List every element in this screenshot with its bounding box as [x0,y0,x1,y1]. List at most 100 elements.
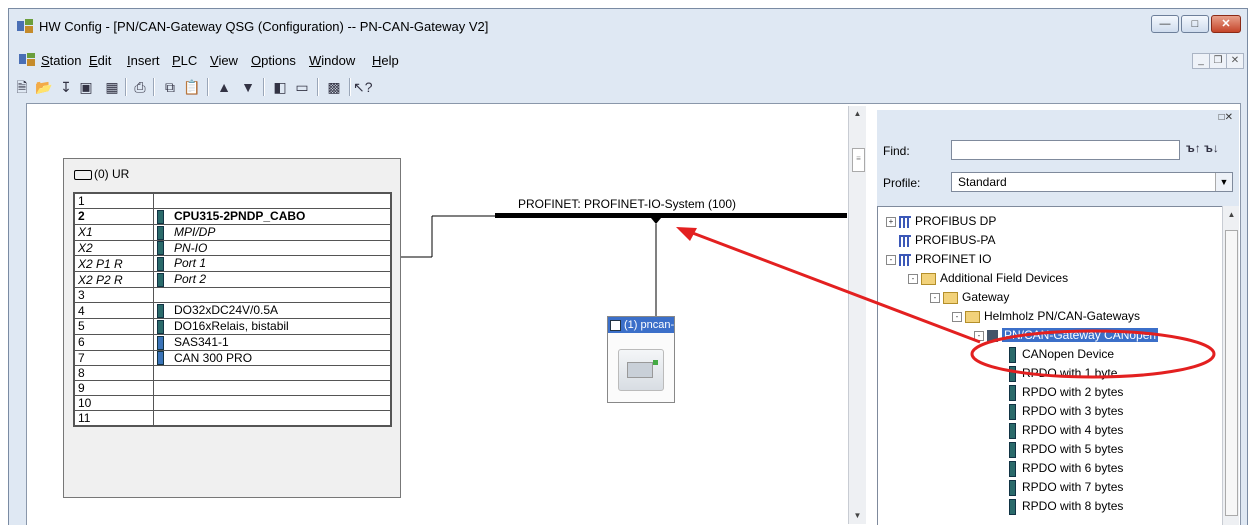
rack-slot-row[interactable]: 1 [73,192,392,209]
slot-module[interactable] [153,410,392,427]
slot-module[interactable]: DO32xDC24V/0.5A [153,302,392,319]
slot-module[interactable]: SAS341-1 [153,333,392,351]
catalog-tree-scrollbar[interactable]: ▲ [1222,206,1239,525]
slot-module[interactable]: Port 2 [153,271,392,289]
slot-module[interactable]: Port 1 [153,255,392,273]
rack-slot-row[interactable]: X2 P1 R Port 1 [73,255,392,273]
catalog-tree-node[interactable]: - Gateway [930,289,1009,306]
find-up-icon[interactable]: ъ↑ [1186,141,1201,155]
rack-slot-row[interactable]: 6 SAS341-1 [73,333,392,351]
rack-slot-row[interactable]: 10 [73,395,392,412]
catalog-tree-node[interactable]: RPDO with 6 bytes [996,460,1123,477]
menu-station[interactable]: Station [41,53,81,68]
rack-slot-row[interactable]: X2 P2 R Port 2 [73,271,392,289]
dropdown-arrow-icon[interactable]: ▼ [1215,173,1232,191]
menu-help[interactable]: Help [372,53,399,68]
rack-slot-row[interactable]: X2 PN-IO [73,239,392,257]
network-view-icon[interactable]: ▭ [293,78,311,96]
rack-slot-row[interactable]: 7 CAN 300 PRO [73,349,392,367]
slot-module[interactable]: PN-IO [153,239,392,257]
module-name: Port 2 [174,272,207,287]
collapse-icon[interactable]: - [930,292,940,303]
menu-edit[interactable]: Edit [89,53,111,68]
menu-window[interactable]: Window [309,53,355,68]
catalog-window-controls[interactable]: □✕ [1219,112,1233,123]
copy-icon[interactable]: ⧉ [161,78,179,96]
close-button[interactable]: ✕ [1211,15,1241,33]
slot-module[interactable] [153,365,392,382]
catalog-tree-node[interactable]: RPDO with 1 byte [996,365,1117,382]
slot-module[interactable] [153,192,392,209]
catalog-tree-node[interactable]: + PROFIBUS DP [886,213,996,230]
menu-insert[interactable]: Insert [127,53,160,68]
open-icon[interactable]: 📂 [35,78,53,96]
io-device-pncan[interactable]: (1) pncan-te [607,316,675,403]
catalog-tree-node[interactable]: RPDO with 5 bytes [996,441,1123,458]
save-icon[interactable]: ▣ [77,78,95,96]
expand-icon[interactable]: + [886,216,896,227]
collapse-icon[interactable]: - [886,254,896,265]
slot-module[interactable]: DO16xRelais, bistabil [153,317,392,335]
scroll-splitter-grip[interactable]: ≡ [852,148,865,172]
menu-view[interactable]: View [210,53,238,68]
mdi-close-button[interactable]: ✕ [1226,53,1244,69]
catalog-tree-node[interactable]: RPDO with 3 bytes [996,403,1123,420]
document-menu-icon[interactable] [19,53,35,66]
catalog-tree-node[interactable]: - PN/CAN-Gateway CANopen [974,327,1159,344]
new-icon[interactable]: 🗎 [13,78,31,96]
rack-slot-row[interactable]: X1 MPI/DP [73,223,392,241]
tree-scroll-up-icon[interactable]: ▲ [1223,210,1240,219]
scroll-down-arrow-icon[interactable]: ▼ [849,508,866,524]
collapse-icon[interactable]: - [908,273,918,284]
paste-icon[interactable]: 📋 [183,78,201,96]
load-plc-icon[interactable]: ▲ [215,78,233,96]
collapse-icon[interactable]: - [952,311,962,322]
rack-slot-row[interactable]: 9 [73,380,392,397]
menu-options[interactable]: Options [251,53,296,68]
upload-plc-icon[interactable]: ▼ [239,78,257,96]
slot-module[interactable] [153,380,392,397]
catalog-icon[interactable]: ◧ [271,78,289,96]
find-down-icon[interactable]: ъ↓ [1204,141,1219,155]
minimize-button[interactable]: — [1151,15,1179,33]
rack-slot-row[interactable]: 5 DO16xRelais, bistabil [73,317,392,335]
catalog-tree-node[interactable]: RPDO with 8 bytes [996,498,1123,515]
mdi-minimize-button[interactable]: _ [1192,53,1210,69]
scroll-up-arrow-icon[interactable]: ▲ [849,106,866,122]
maximize-button[interactable]: □ [1181,15,1209,33]
tree-scroll-thumb[interactable] [1225,230,1238,516]
rack-ur[interactable]: (0) UR 1 2 CPU315-2PNDP_CABO X1 MPI/DP X2 PN-I… [63,158,401,498]
catalog-tree-node[interactable]: - PROFINET IO [886,251,991,268]
rack-slot-row[interactable]: 2 CPU315-2PNDP_CABO [73,208,392,225]
slot-module[interactable]: CPU315-2PNDP_CABO [153,208,392,225]
mdi-restore-button[interactable]: ❐ [1209,53,1227,69]
catalog-tree-node[interactable]: - Additional Field Devices [908,270,1068,287]
slot-module[interactable]: CAN 300 PRO [153,349,392,367]
catalog-tree-node[interactable]: RPDO with 7 bytes [996,479,1123,496]
help-icon[interactable]: ↖? [353,78,373,96]
profinet-system-label[interactable]: PROFINET: PROFINET-IO-System (100) [518,197,736,211]
find-input[interactable] [951,140,1180,160]
io-device-label[interactable]: (1) pncan-te [608,317,674,333]
rack-slot-row[interactable]: 8 [73,365,392,382]
catalog-tree-node[interactable]: RPDO with 2 bytes [996,384,1123,401]
download-icon[interactable]: ↧ [57,78,75,96]
catalog-tree-node[interactable]: - Helmholz PN/CAN-Gateways [952,308,1140,325]
slot-module[interactable] [153,287,392,304]
folder-icon [965,310,980,323]
collapse-icon[interactable]: - [974,330,984,341]
rack-slot-row[interactable]: 4 DO32xDC24V/0.5A [73,302,392,319]
catalog-tree-node[interactable]: PROFIBUS-PA [886,232,995,249]
compile-icon[interactable]: ▦ [103,78,121,96]
workspace-vertical-scrollbar[interactable]: ▲ ≡ ▼ [848,106,866,524]
profile-select[interactable]: Standard ▼ [951,172,1233,192]
properties-icon[interactable]: ▩ [325,78,343,96]
catalog-tree-node[interactable]: RPDO with 4 bytes [996,422,1123,439]
print-icon[interactable]: ⎙ [131,78,149,96]
menu-plc[interactable]: PLC [172,53,197,68]
slot-module[interactable] [153,395,392,412]
rack-slot-row[interactable]: 3 [73,287,392,304]
slot-module[interactable]: MPI/DP [153,223,392,241]
catalog-tree-node[interactable]: CANopen Device [996,346,1114,363]
rack-slot-row[interactable]: 11 [73,410,392,427]
